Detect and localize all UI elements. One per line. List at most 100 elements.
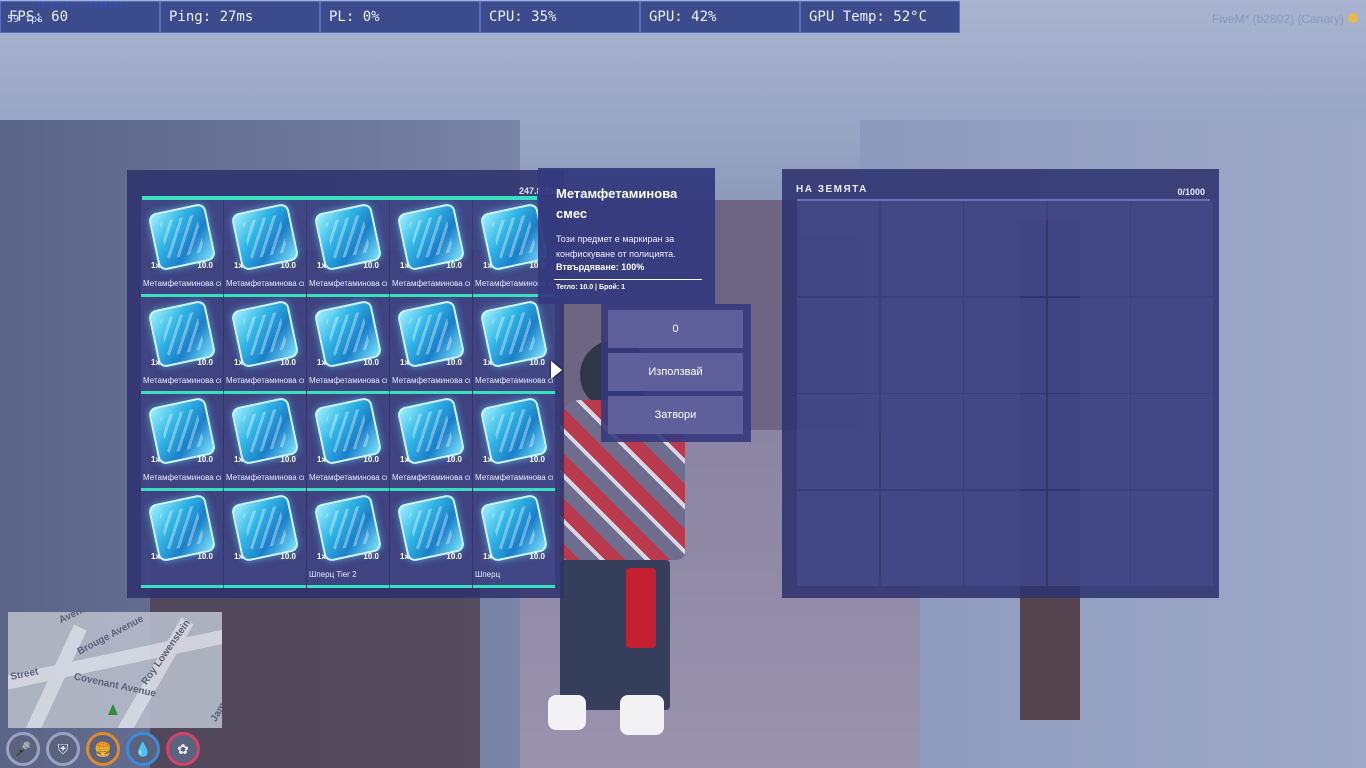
ground-slot[interactable] xyxy=(964,201,1046,296)
fps-counter: FPS: 60 59 fps 71.63 fps (Static) xyxy=(0,1,160,33)
inventory-slot[interactable]: 1x 10.0 Метамфетаминова смес xyxy=(390,297,472,394)
ground-slot[interactable] xyxy=(1047,394,1130,489)
ground-grid xyxy=(797,199,1213,586)
slot-quantity: 1x xyxy=(400,455,409,464)
inventory-slot[interactable]: 1x 10.0 xyxy=(141,491,223,588)
ground-slot[interactable] xyxy=(1131,490,1213,586)
slot-weight: 10.0 xyxy=(446,358,462,367)
ground-slot[interactable] xyxy=(1047,201,1130,296)
ground-slot[interactable] xyxy=(797,490,879,586)
slot-weight: 10.0 xyxy=(446,455,462,464)
slot-quantity: 1x xyxy=(234,358,243,367)
ground-slot[interactable] xyxy=(880,201,963,296)
inventory-slot[interactable]: 1x 10.0 Шперц xyxy=(473,491,555,588)
slot-weight: 10.0 xyxy=(363,358,379,367)
performance-bar: FPS: 60 59 fps 71.63 fps (Static) Ping: … xyxy=(0,1,960,33)
tooltip-title: Метамфетаминова смес xyxy=(556,186,678,221)
inventory-slot[interactable]: 1x 10.0 Метамфетаминова смес xyxy=(307,200,389,297)
ground-slot[interactable] xyxy=(964,297,1046,393)
slot-item-name: Метамфетаминова смес xyxy=(475,376,553,385)
slot-item-name: Метамфетаминова смес xyxy=(309,473,387,482)
slot-item-name: Метамфетаминова смес xyxy=(226,279,304,288)
slot-quantity: 1x xyxy=(151,358,160,367)
inventory-grid: 1x 10.0 Метамфетаминова смес 1x 10.0 Метамфет… xyxy=(141,200,555,588)
slot-weight: 10.0 xyxy=(363,552,379,561)
slot-weight: 10.0 xyxy=(280,358,296,367)
water-drop-icon: 💧 xyxy=(126,732,160,766)
slot-weight: 10.0 xyxy=(363,455,379,464)
ground-slot[interactable] xyxy=(797,201,879,296)
slot-quantity: 1x xyxy=(483,261,492,270)
slot-weight: 10.0 xyxy=(446,552,462,561)
tooltip-durability: Втвърдяване: 100% xyxy=(556,262,645,272)
ground-slot[interactable] xyxy=(880,297,963,393)
brain-icon: ✿ xyxy=(166,732,200,766)
slot-weight: 10.0 xyxy=(529,552,545,561)
inventory-slot[interactable]: 1x 10.0 Метамфетаминова смес xyxy=(473,394,555,491)
ground-slot[interactable] xyxy=(964,490,1046,586)
ground-slot[interactable] xyxy=(797,394,879,489)
ground-slot[interactable] xyxy=(1047,297,1130,393)
ground-slot[interactable] xyxy=(1047,490,1130,586)
slot-weight: 10.0 xyxy=(280,552,296,561)
use-button[interactable]: Използвай xyxy=(608,353,743,391)
slot-item-name: Метамфетаминова смес xyxy=(475,473,553,482)
gpu-counter: GPU: 42% xyxy=(640,1,800,33)
slot-weight: 10.0 xyxy=(529,455,545,464)
slot-quantity: 1x xyxy=(151,552,160,561)
slot-quantity: 1x xyxy=(317,261,326,270)
inventory-slot[interactable]: 1x 10.0 Метамфетаминова смес xyxy=(224,200,306,297)
ping-counter: Ping: 27ms xyxy=(160,1,320,33)
tooltip-description: Този предмет е маркиран за конфискуване … xyxy=(556,234,676,259)
inventory-slot[interactable]: 1x 10.0 Метамфетаминова смес xyxy=(473,297,555,394)
ground-slot[interactable] xyxy=(880,490,963,586)
item-action-menu: 0 Използвай Затвори xyxy=(601,304,751,442)
slot-weight: 10.0 xyxy=(197,261,213,270)
inventory-slot[interactable]: 1x 10.0 Метамфетаминова смес xyxy=(141,394,223,491)
inventory-slot[interactable]: 1x 10.0 Метамфетаминова смес xyxy=(390,394,472,491)
inventory-slot[interactable]: 1x 10.0 Метамфетаминова смес xyxy=(307,297,389,394)
ground-slot[interactable] xyxy=(797,297,879,393)
fps-static-text: 71.63 fps (Static) xyxy=(36,1,123,10)
inventory-slot[interactable]: 1x 10.0 Метамфетаминова смес xyxy=(307,394,389,491)
slot-quantity: 1x xyxy=(151,261,160,270)
slot-item-name: Метамфетаминова смес xyxy=(309,376,387,385)
slot-weight: 10.0 xyxy=(280,261,296,270)
inventory-slot[interactable]: 1x 10.0 xyxy=(390,491,472,588)
close-button[interactable]: Затвори xyxy=(608,396,743,434)
inventory-slot[interactable]: 1x 10.0 Шперц Tier 2 xyxy=(307,491,389,588)
amount-input[interactable]: 0 xyxy=(608,310,743,348)
ground-slot[interactable] xyxy=(1131,201,1213,296)
slot-item-name: Метамфетаминова смес xyxy=(143,376,221,385)
slot-quantity: 1x xyxy=(483,552,492,561)
inventory-slot[interactable]: 1x 10.0 Метамфетаминова смес xyxy=(141,297,223,394)
ground-slot[interactable] xyxy=(880,394,963,489)
packet-loss-counter: PL: 0% xyxy=(320,1,480,33)
ground-slot[interactable] xyxy=(1131,297,1213,393)
inventory-slot[interactable]: 1x 10.0 xyxy=(224,491,306,588)
player-inventory-panel: 247.8/250 1x10.0Метамфетаминова смес1x10… xyxy=(127,170,564,598)
slot-quantity: 1x xyxy=(234,261,243,270)
inventory-slot[interactable]: 1x 10.0 Метамфетаминова смес xyxy=(224,297,306,394)
slot-quantity: 1x xyxy=(317,455,326,464)
slot-item-name: Метамфетаминова смес xyxy=(392,376,470,385)
mouse-cursor-icon xyxy=(551,361,562,379)
slot-weight: 10.0 xyxy=(280,455,296,464)
character-shoe xyxy=(620,695,664,735)
slot-quantity: 1x xyxy=(483,358,492,367)
inventory-slot[interactable]: 1x 10.0 Метамфетаминова смес xyxy=(390,200,472,297)
inventory-slot[interactable]: 1x 10.0 Метамфетаминова смес xyxy=(141,200,223,297)
cpu-counter: CPU: 35% xyxy=(480,1,640,33)
ground-slot[interactable] xyxy=(1131,394,1213,489)
character-shoe xyxy=(548,695,586,730)
item-tooltip: Метамфетаминова смес Този предмет е марк… xyxy=(538,168,715,304)
inventory-slot[interactable]: 1x 10.0 Метамфетаминова смес xyxy=(224,394,306,491)
status-hud: 🎤 ⛨ 🍔 💧 ✿ xyxy=(6,732,200,766)
gpu-temp-counter: GPU Temp: 52°C xyxy=(800,1,960,33)
ground-slot[interactable] xyxy=(964,394,1046,489)
ground-capacity: 0/1000 xyxy=(1177,187,1205,197)
tooltip-meta: Тегло: 10.0 | Брой: 1 xyxy=(556,284,625,291)
slot-item-name: Шперц Tier 2 xyxy=(309,570,357,579)
slot-item-name: Метамфетаминова смес xyxy=(143,473,221,482)
slot-quantity: 1x xyxy=(151,455,160,464)
